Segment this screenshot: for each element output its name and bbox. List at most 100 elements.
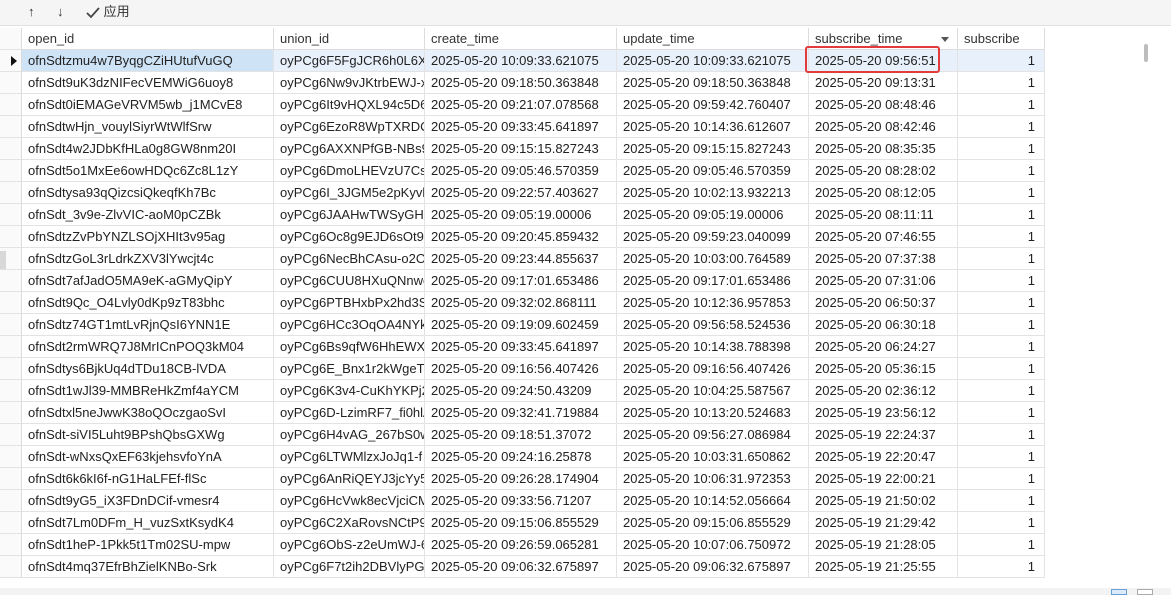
cell-create-time[interactable]: 2025-05-20 09:19:09.602459 — [425, 314, 617, 336]
cell-open-id[interactable]: ofnSdt9uK3dzNIFecVEMWiG6uoy8 — [22, 72, 274, 94]
cell-subscribe-time[interactable]: 2025-05-20 06:50:37 — [809, 292, 958, 314]
cell-subscribe[interactable]: 1 — [958, 182, 1045, 204]
cell-subscribe-time[interactable]: 2025-05-20 05:36:15 — [809, 358, 958, 380]
cell-open-id[interactable]: ofnSdt1wJl39-MMBReHkZmf4aYCM — [22, 380, 274, 402]
cell-update-time[interactable]: 2025-05-20 09:15:06.855529 — [617, 512, 809, 534]
cell-create-time[interactable]: 2025-05-20 10:09:33.621075 — [425, 50, 617, 72]
cell-create-time[interactable]: 2025-05-20 09:33:45.641897 — [425, 116, 617, 138]
cell-open-id[interactable]: ofnSdtxl5neJwwK38oQOczgaoSvI — [22, 402, 274, 424]
cell-subscribe-time[interactable]: 2025-05-20 08:35:35 — [809, 138, 958, 160]
cell-update-time[interactable]: 2025-05-20 10:09:33.621075 — [617, 50, 809, 72]
cell-create-time[interactable]: 2025-05-20 09:22:57.403627 — [425, 182, 617, 204]
vertical-scrollbar[interactable] — [1141, 42, 1147, 594]
cell-union-id[interactable]: oyPCg6Bs9qfW6HhEWX — [274, 336, 425, 358]
cell-create-time[interactable]: 2025-05-20 09:20:45.859432 — [425, 226, 617, 248]
column-header-subscribe-time[interactable]: subscribe_time — [809, 28, 958, 50]
row-gutter[interactable] — [0, 226, 22, 248]
row-gutter[interactable] — [0, 204, 22, 226]
cell-open-id[interactable]: ofnSdt-wNxsQxEF63kjehsvfoYnA — [22, 446, 274, 468]
cell-update-time[interactable]: 2025-05-20 10:03:31.650862 — [617, 446, 809, 468]
cell-subscribe-time[interactable]: 2025-05-20 08:48:46 — [809, 94, 958, 116]
cell-subscribe[interactable]: 1 — [958, 402, 1045, 424]
cell-open-id[interactable]: ofnSdt6k6kI6f-nG1HaLFEf-flSc — [22, 468, 274, 490]
row-gutter[interactable] — [0, 116, 22, 138]
row-gutter[interactable] — [0, 50, 22, 72]
sort-desc-icon[interactable] — [941, 37, 949, 42]
cell-open-id[interactable]: ofnSdtwHjn_vouylSiyrWtWlfSrw — [22, 116, 274, 138]
cell-subscribe[interactable]: 1 — [958, 292, 1045, 314]
cell-union-id[interactable]: oyPCg6NecBhCAsu-o2O — [274, 248, 425, 270]
cell-subscribe[interactable]: 1 — [958, 358, 1045, 380]
cell-create-time[interactable]: 2025-05-20 09:15:15.827243 — [425, 138, 617, 160]
cell-create-time[interactable]: 2025-05-20 09:33:45.641897 — [425, 336, 617, 358]
cell-subscribe[interactable]: 1 — [958, 490, 1045, 512]
cell-subscribe-time[interactable]: 2025-05-20 07:37:38 — [809, 248, 958, 270]
cell-subscribe-time[interactable]: 2025-05-20 06:30:18 — [809, 314, 958, 336]
row-gutter[interactable] — [0, 182, 22, 204]
cell-subscribe-time[interactable]: 2025-05-20 08:12:05 — [809, 182, 958, 204]
cell-subscribe[interactable]: 1 — [958, 226, 1045, 248]
cell-subscribe-time[interactable]: 2025-05-20 02:36:12 — [809, 380, 958, 402]
cell-update-time[interactable]: 2025-05-20 09:06:32.675897 — [617, 556, 809, 578]
column-header-open-id[interactable]: open_id — [22, 28, 274, 50]
row-gutter[interactable] — [0, 94, 22, 116]
cell-subscribe[interactable]: 1 — [958, 512, 1045, 534]
column-header-create-time[interactable]: create_time — [425, 28, 617, 50]
cell-open-id[interactable]: ofnSdt2rmWRQ7J8MrICnPOQ3kM04 — [22, 336, 274, 358]
cell-create-time[interactable]: 2025-05-20 09:18:50.363848 — [425, 72, 617, 94]
cell-subscribe-time[interactable]: 2025-05-19 21:29:42 — [809, 512, 958, 534]
cell-create-time[interactable]: 2025-05-20 09:32:02.868111 — [425, 292, 617, 314]
cell-union-id[interactable]: oyPCg6I_3JGM5e2pKyvll — [274, 182, 425, 204]
cell-update-time[interactable]: 2025-05-20 09:56:58.524536 — [617, 314, 809, 336]
cell-create-time[interactable]: 2025-05-20 09:16:56.407426 — [425, 358, 617, 380]
cell-union-id[interactable]: oyPCg6K3v4-CuKhYKPj2 — [274, 380, 425, 402]
cell-subscribe[interactable]: 1 — [958, 116, 1045, 138]
cell-subscribe-time[interactable]: 2025-05-19 22:20:47 — [809, 446, 958, 468]
row-gutter[interactable] — [0, 138, 22, 160]
cell-update-time[interactable]: 2025-05-20 10:14:36.612607 — [617, 116, 809, 138]
column-header-subscribe[interactable]: subscribe — [958, 28, 1045, 50]
cell-update-time[interactable]: 2025-05-20 09:56:27.086984 — [617, 424, 809, 446]
cell-subscribe-time[interactable]: 2025-05-20 08:42:46 — [809, 116, 958, 138]
cell-union-id[interactable]: oyPCg6HCc3OqOA4NYk — [274, 314, 425, 336]
row-gutter[interactable] — [0, 314, 22, 336]
cell-open-id[interactable]: ofnSdt4mq37EfrBhZielKNBo-Srk — [22, 556, 274, 578]
cell-create-time[interactable]: 2025-05-20 09:24:16.25878 — [425, 446, 617, 468]
row-gutter[interactable] — [0, 534, 22, 556]
cell-subscribe[interactable]: 1 — [958, 534, 1045, 556]
column-header-update-time[interactable]: update_time — [617, 28, 809, 50]
cell-union-id[interactable]: oyPCg6CUU8HXuQNnwe — [274, 270, 425, 292]
cell-create-time[interactable]: 2025-05-20 09:26:59.065281 — [425, 534, 617, 556]
cell-subscribe[interactable]: 1 — [958, 336, 1045, 358]
cell-update-time[interactable]: 2025-05-20 09:05:19.00006 — [617, 204, 809, 226]
cell-union-id[interactable]: oyPCg6LTWMlzxJoJq1-f — [274, 446, 425, 468]
cell-update-time[interactable]: 2025-05-20 10:13:20.524683 — [617, 402, 809, 424]
row-gutter[interactable] — [0, 358, 22, 380]
cell-open-id[interactable]: ofnSdtzGoL3rLdrkZXV3lYwcjt4c — [22, 248, 274, 270]
cell-subscribe[interactable]: 1 — [958, 72, 1045, 94]
cell-open-id[interactable]: ofnSdt4w2JDbKfHLa0g8GW8nm20I — [22, 138, 274, 160]
cell-union-id[interactable]: oyPCg6E_Bnx1r2kWgeT — [274, 358, 425, 380]
cell-update-time[interactable]: 2025-05-20 10:02:13.932213 — [617, 182, 809, 204]
cell-union-id[interactable]: oyPCg6DmoLHEVzU7Csl — [274, 160, 425, 182]
row-gutter[interactable] — [0, 402, 22, 424]
cell-update-time[interactable]: 2025-05-20 10:04:25.587567 — [617, 380, 809, 402]
cell-union-id[interactable]: oyPCg6F5FgJCR6h0L6Xk — [274, 50, 425, 72]
move-down-button[interactable]: ↓ — [57, 3, 64, 21]
cell-create-time[interactable]: 2025-05-20 09:18:51.37072 — [425, 424, 617, 446]
cell-subscribe-time[interactable]: 2025-05-19 22:24:37 — [809, 424, 958, 446]
cell-subscribe-time[interactable]: 2025-05-20 08:28:02 — [809, 160, 958, 182]
cell-subscribe[interactable]: 1 — [958, 468, 1045, 490]
cell-subscribe-time[interactable]: 2025-05-20 09:13:31 — [809, 72, 958, 94]
cell-update-time[interactable]: 2025-05-20 10:12:36.957853 — [617, 292, 809, 314]
cell-union-id[interactable]: oyPCg6PTBHxbPx2hd3S — [274, 292, 425, 314]
row-gutter[interactable] — [0, 72, 22, 94]
row-gutter[interactable] — [0, 446, 22, 468]
cell-open-id[interactable]: ofnSdt5o1MxEe6owHDQc6Zc8L1zY — [22, 160, 274, 182]
cell-subscribe[interactable]: 1 — [958, 138, 1045, 160]
cell-update-time[interactable]: 2025-05-20 09:05:46.570359 — [617, 160, 809, 182]
cell-open-id[interactable]: ofnSdtzmu4w7ByqgCZiHUtufVuGQ — [22, 50, 274, 72]
cell-open-id[interactable]: ofnSdt9yG5_iX3FDnDCif-vmesr4 — [22, 490, 274, 512]
cell-create-time[interactable]: 2025-05-20 09:06:32.675897 — [425, 556, 617, 578]
cell-subscribe-time[interactable]: 2025-05-20 07:31:06 — [809, 270, 958, 292]
